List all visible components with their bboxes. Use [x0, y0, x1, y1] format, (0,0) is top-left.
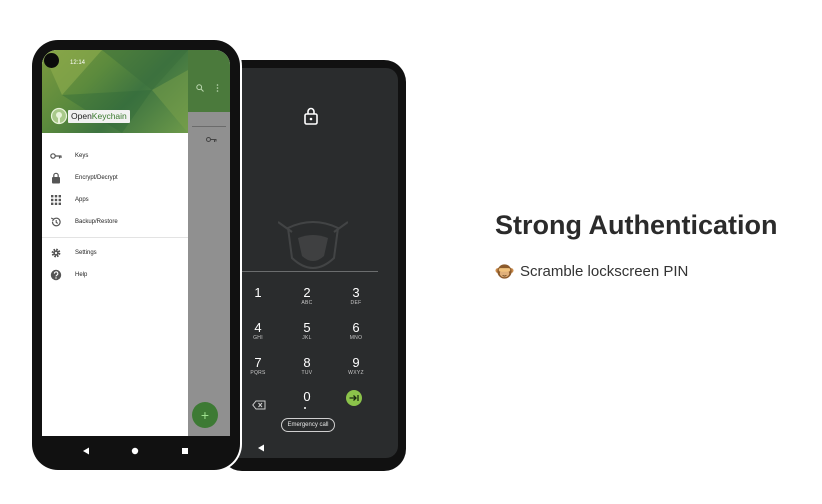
pin-dot	[304, 407, 306, 409]
status-bar: 12:14	[70, 60, 86, 66]
backspace-icon[interactable]	[252, 400, 266, 410]
key-icon	[206, 137, 217, 142]
pin-divider	[226, 271, 378, 272]
pin-key-1[interactable]: 1	[238, 286, 278, 300]
app-content-dimmed: +	[188, 50, 230, 436]
brand-text: OpenKeychain	[68, 109, 130, 123]
pin-key-7[interactable]: 7 PQRS	[238, 356, 278, 377]
feature-subtitle: Scramble lockscreen PIN	[520, 263, 689, 280]
drawer-item-help[interactable]: Help	[42, 264, 188, 286]
openkeychain-logo: OpenKeychain	[50, 106, 130, 126]
drawer-item-backup-restore[interactable]: Backup/Restore	[42, 211, 188, 233]
openkeychain-icon	[50, 107, 68, 125]
add-fab-button[interactable]: +	[192, 402, 218, 428]
nav-recents-icon[interactable]	[181, 442, 189, 460]
navigation-drawer: 12:14 OpenKeychain Keys Encrypt/Decrypt …	[42, 50, 188, 436]
drawer-phone: + 12:14 OpenKeychain Keys Encrypt/Decryp…	[30, 38, 242, 472]
pin-key-3[interactable]: 3 DEF	[336, 286, 376, 307]
feature-item: Scramble lockscreen PIN	[495, 262, 688, 281]
feature-title: Strong Authentication	[495, 210, 778, 240]
drawer-item-apps[interactable]: Apps	[42, 189, 188, 211]
lock-icon	[52, 172, 60, 184]
lock-icon	[304, 107, 318, 125]
camera-cutout	[44, 53, 59, 68]
enter-arrow-icon	[349, 395, 359, 401]
enter-button[interactable]	[346, 390, 362, 406]
nav-back-icon[interactable]	[82, 442, 90, 460]
gear-icon	[51, 248, 61, 258]
pin-key-5[interactable]: 5 JKL	[287, 321, 327, 342]
pin-key-8[interactable]: 8 TUV	[287, 356, 327, 377]
nav-home-icon[interactable]	[131, 442, 139, 460]
monkey-icon	[495, 264, 514, 279]
pin-key-0[interactable]: 0	[287, 390, 327, 404]
app-divider	[192, 126, 226, 127]
apps-grid-icon	[51, 195, 61, 205]
drawer-item-settings[interactable]: Settings	[42, 242, 188, 264]
nav-bar	[42, 436, 230, 458]
pin-key-9[interactable]: 9 WXYZ	[336, 356, 376, 377]
drawer-item-encrypt-decrypt[interactable]: Encrypt/Decrypt	[42, 167, 188, 189]
nav-back-icon[interactable]	[257, 444, 265, 452]
watermark-logo	[278, 221, 348, 269]
drawer-screen: + 12:14 OpenKeychain Keys Encrypt/Decryp…	[42, 50, 230, 436]
phone-frame: + 12:14 OpenKeychain Keys Encrypt/Decryp…	[32, 40, 240, 470]
lockscreen-phone: 1 2 ABC 3 DEF 4 GHI 5 JKL 6 MNO 7 PQRS 8	[220, 60, 406, 471]
restore-icon	[50, 217, 61, 227]
emergency-call-button[interactable]: Emergency call	[281, 418, 335, 432]
app-bar	[188, 50, 230, 112]
pin-key-4[interactable]: 4 GHI	[238, 321, 278, 342]
help-icon	[50, 269, 62, 281]
key-icon	[50, 153, 62, 159]
pin-key-6[interactable]: 6 MNO	[336, 321, 376, 342]
search-icon[interactable]	[196, 84, 204, 92]
drawer-header: 12:14 OpenKeychain	[42, 50, 188, 133]
overflow-menu-icon[interactable]	[216, 84, 219, 92]
drawer-divider	[42, 237, 188, 238]
drawer-item-keys[interactable]: Keys	[42, 145, 188, 167]
pin-key-2[interactable]: 2 ABC	[287, 286, 327, 307]
drawer-menu: Keys Encrypt/Decrypt Apps Backup/Restore…	[42, 145, 188, 286]
lockscreen-screen: 1 2 ABC 3 DEF 4 GHI 5 JKL 6 MNO 7 PQRS 8	[226, 68, 398, 458]
